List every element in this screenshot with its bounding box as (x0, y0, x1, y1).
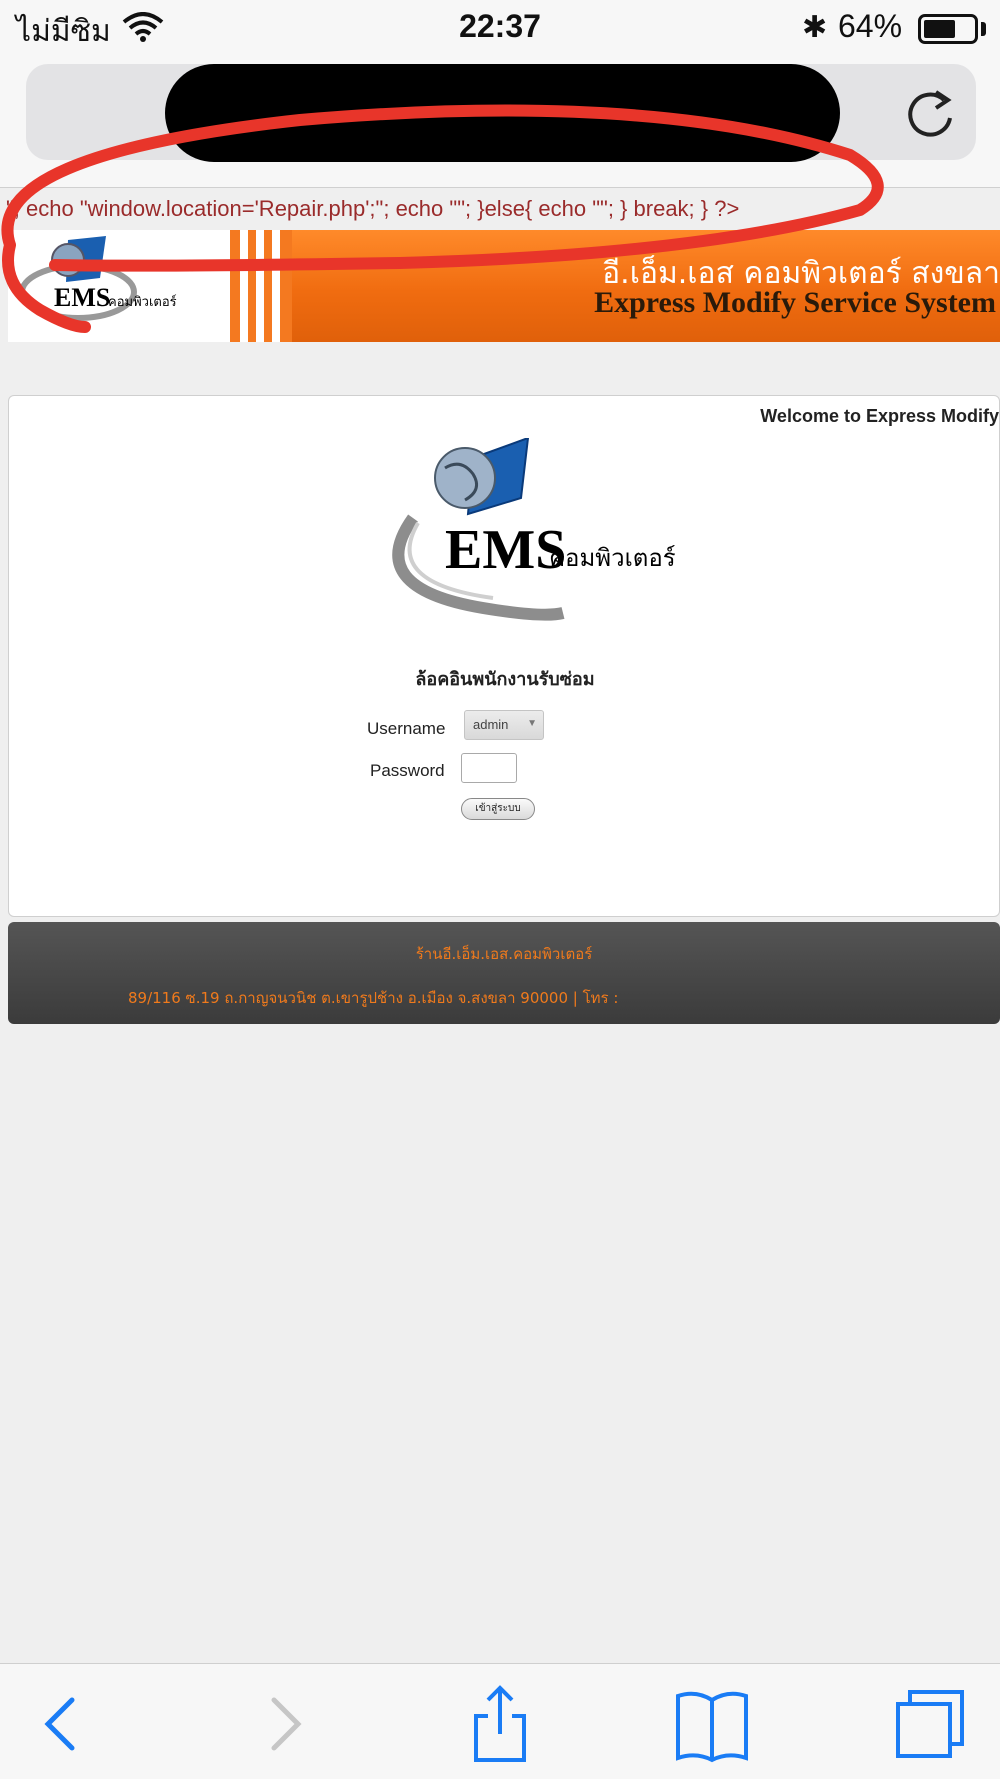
svg-text:EMS: EMS (54, 283, 110, 312)
footer-address: 89/116 ซ.19 ถ.กาญจนวนิช ต.เขารูปช้าง อ.เ… (128, 989, 619, 1007)
battery-icon (918, 14, 978, 44)
stripe (272, 230, 280, 342)
stripe (240, 230, 248, 342)
login-heading: ล้อคอินพนักงานรับซ่อม (415, 669, 595, 690)
ems-logo-small: EMS คอมพิวเตอร์ (19, 236, 177, 321)
forward-icon[interactable] (244, 1684, 324, 1764)
redacted-url (165, 64, 840, 162)
banner-logo: EMS คอมพิวเตอร์ (8, 230, 230, 342)
header-banner: EMS คอมพิวเตอร์ อี.เอ็ม.เอส คอมพิวเตอร์ … (8, 230, 1000, 342)
ems-logo: EMS คอมพิวเตอร์ (392, 438, 676, 621)
login-card: Welcome to Express Modify EMS คอมพิวเตอร… (8, 395, 1000, 917)
banner-title-area: อี.เอ็ม.เอส คอมพิวเตอร์ สงขลา Express Mo… (292, 230, 1000, 342)
battery-level-fill (924, 20, 955, 38)
welcome-text: Welcome to Express Modify (760, 406, 999, 426)
logo-small-thai: คอมพิวเตอร์ (108, 294, 177, 310)
status-bar: ไม่มีซิม 22:37 ✱ 64% (0, 0, 1000, 58)
share-icon[interactable] (460, 1684, 540, 1764)
password-label: Password (370, 761, 445, 780)
tabs-icon[interactable] (890, 1684, 970, 1764)
login-button[interactable]: เข้าสู่ระบบ (461, 798, 535, 820)
browser-toolbar (0, 1663, 1000, 1779)
username-label: Username (367, 719, 446, 738)
password-field[interactable] (461, 753, 517, 783)
battery-percent: 64% (838, 8, 903, 44)
banner-english-title: Express Modify Service System (594, 286, 996, 319)
page-footer: ร้านอี.เอ็ม.เอส.คอมพิวเตอร์ 89/116 ซ.19 … (8, 922, 1000, 1024)
username-select[interactable]: admin ▼ (464, 710, 544, 740)
browser-address-area (0, 58, 1000, 188)
ems-logo-thai: คอมพิวเตอร์ (549, 544, 676, 572)
chevron-down-icon: ▼ (527, 718, 537, 729)
username-value: admin (473, 717, 509, 732)
reload-icon[interactable] (898, 84, 962, 144)
raw-php-text: "; echo "window.location='Repair.php';";… (6, 196, 740, 221)
banner-stripes (230, 230, 292, 342)
footer-shop-name: ร้านอี.เอ็ม.เอส.คอมพิวเตอร์ (415, 945, 593, 963)
bookmarks-icon[interactable] (672, 1684, 752, 1764)
stripe (256, 230, 264, 342)
battery-tip (981, 22, 986, 36)
bluetooth-icon: ✱ (802, 10, 828, 45)
back-icon[interactable] (22, 1684, 102, 1764)
